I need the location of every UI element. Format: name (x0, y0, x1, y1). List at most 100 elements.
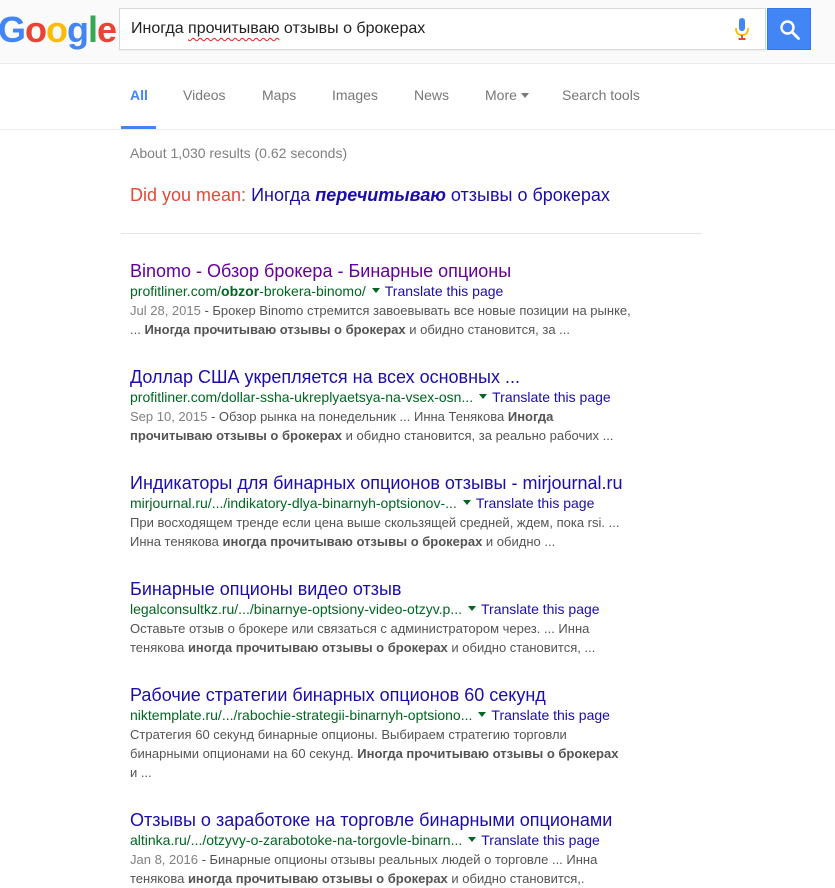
snippet-text: и обидно становится, за реально рабочих … (342, 428, 614, 443)
tab-videos[interactable]: Videos (183, 63, 226, 129)
translate-link[interactable]: Translate this page (491, 707, 610, 723)
result-snippet: При восходящем тренде если цена выше ско… (130, 513, 690, 551)
search-result: Доллар США укрепляется на всех основных … (130, 366, 690, 445)
result-title[interactable]: Доллар США укрепляется на всех основных … (130, 366, 690, 388)
result-url: altinka.ru/.../otzyvy-o-zarabotoke-na-to… (130, 832, 463, 848)
snippet-line: Инна тенякова иногда прочитываю отзывы о… (130, 532, 690, 551)
search-result: Отзывы о заработоке на торговле бинарным… (130, 809, 690, 888)
snippet-line: Jul 28, 2015 - Брокер Binomo стремится з… (130, 301, 690, 320)
snippet-text: бинарными опционами на 60 секунд. (130, 746, 358, 761)
tab-more[interactable]: More (485, 63, 529, 129)
search-tabs: All Videos Maps Images News More Search … (0, 63, 835, 130)
snippet-bold: иногда прочитываю отзывы о брокерах (187, 640, 448, 655)
result-snippet: Sep 10, 2015 - Обзор рынка на понедельни… (130, 407, 690, 445)
result-url-line: niktemplate.ru/.../rabochie-strategii-bi… (130, 706, 690, 725)
snippet-bold: Иногда прочитываю отзывы о брокерах (144, 322, 406, 337)
dropdown-arrow-icon[interactable] (479, 393, 488, 399)
logo-letter: g (67, 9, 89, 50)
active-tab-indicator (121, 126, 156, 129)
result-date: Jan 8, 2016 (130, 852, 198, 867)
snippet-line: тенякова иногда прочитываю отзывы о брок… (130, 638, 690, 657)
snippet-text: - Обзор рынка на понедельник ... Инна Те… (207, 409, 508, 424)
snippet-line: Стратегия 60 секунд бинарные опционы. Вы… (130, 727, 567, 742)
result-snippet: Оставьте отзыв о брокере или связаться с… (130, 619, 690, 657)
snippet-text: тенякова (130, 871, 188, 886)
result-url: profitliner.com/dollar-ssha-ukreplyaetsy… (130, 389, 474, 405)
result-url: niktemplate.ru/.../rabochie-strategii-bi… (130, 707, 473, 723)
snippet-bold: иногда прочитываю отзывы о брокерах (187, 871, 448, 886)
result-snippet: Стратегия 60 секунд бинарные опционы. Вы… (130, 725, 690, 782)
snippet-text: и обидно становится, за ... (405, 322, 570, 337)
snippet-text: Инна тенякова (130, 534, 223, 549)
logo-letter: l (88, 9, 98, 50)
snippet-text: тенякова (130, 640, 188, 655)
search-result: Бинарные опционы видео отзыв legalconsul… (130, 578, 690, 657)
tab-search-tools[interactable]: Search tools (562, 63, 640, 129)
divider (121, 233, 702, 234)
result-snippet: Jan 8, 2016 - Бинарные опционы отзывы ре… (130, 850, 690, 888)
dropdown-arrow-icon[interactable] (468, 836, 477, 842)
result-url-line: profitliner.com/obzor-brokera-binomo/Tra… (130, 282, 690, 301)
tab-images[interactable]: Images (332, 63, 378, 129)
url-bold: obzor (221, 283, 260, 299)
dropdown-arrow-icon[interactable] (478, 711, 487, 717)
query-text: Иногда (131, 20, 189, 37)
result-title[interactable]: Отзывы о заработоке на торговле бинарным… (130, 809, 690, 831)
tab-maps[interactable]: Maps (262, 63, 296, 129)
snippet-line: Jan 8, 2016 - Бинарные опционы отзывы ре… (130, 850, 690, 869)
snippet-text: и обидно становится, ... (447, 640, 596, 655)
logo-letter: o (25, 9, 47, 50)
dym-text: Иногда (251, 185, 316, 205)
translate-link[interactable]: Translate this page (476, 495, 595, 511)
result-title[interactable]: Рабочие стратегии бинарных опционов 60 с… (130, 684, 690, 706)
dropdown-arrow-icon[interactable] (462, 499, 471, 505)
snippet-text: - Брокер Binomo стремится завоевывать вс… (200, 303, 631, 318)
snippet-line: и ... (130, 765, 152, 780)
result-url-line: profitliner.com/dollar-ssha-ukreplyaetsy… (130, 388, 690, 407)
result-title[interactable]: Индикаторы для бинарных опционов отзывы … (130, 472, 690, 494)
tab-all[interactable]: All (130, 63, 148, 129)
snippet-text: и обидно ... (482, 534, 556, 549)
search-header: Google Иногда прочитываю отзывы о брокер… (0, 0, 835, 64)
result-stats: About 1,030 results (0.62 seconds) (130, 145, 348, 161)
dym-correction: перечитываю (315, 185, 446, 205)
did-you-mean-label: Did you mean: (130, 185, 247, 205)
tab-news[interactable]: News (414, 63, 449, 129)
result-url: mirjournal.ru/.../indikatory-dlya-binarn… (130, 495, 457, 511)
tab-more-label: More (485, 87, 517, 103)
search-box[interactable]: Иногда прочитываю отзывы о брокерах (119, 8, 766, 50)
translate-link[interactable]: Translate this page (481, 832, 600, 848)
snippet-line: ... Иногда прочитываю отзывы о брокерах … (130, 320, 690, 339)
result-date: Sep 10, 2015 (130, 409, 208, 424)
misspelled-word: прочитываю (188, 20, 280, 37)
snippet-line: Оставьте отзыв о брокере или связаться с… (130, 621, 590, 636)
search-input[interactable]: Иногда прочитываю отзывы о брокерах (131, 9, 425, 49)
dropdown-arrow-icon[interactable] (371, 287, 380, 293)
result-snippet: Jul 28, 2015 - Брокер Binomo стремится з… (130, 301, 690, 339)
google-logo[interactable]: Google (0, 9, 117, 50)
did-you-mean-link[interactable]: Иногда перечитываю отзывы о брокерах (251, 185, 610, 205)
snippet-line: прочитываю отзывы о брокерах и обидно ст… (130, 426, 690, 445)
snippet-text: и обидно становится,. (447, 871, 585, 886)
translate-link[interactable]: Translate this page (385, 283, 504, 299)
caret-down-icon (520, 92, 529, 98)
result-title[interactable]: Бинарные опционы видео отзыв (130, 578, 690, 600)
snippet-line: бинарными опционами на 60 секунд. Иногда… (130, 744, 690, 763)
mic-icon[interactable] (735, 18, 753, 44)
logo-letter: G (0, 9, 26, 50)
snippet-bold: Иногда прочитываю отзывы о брокерах (357, 746, 619, 761)
search-result: Binomo - Обзор брокера - Бинарные опцион… (130, 260, 690, 339)
translate-link[interactable]: Translate this page (492, 389, 611, 405)
result-title[interactable]: Binomo - Обзор брокера - Бинарные опцион… (130, 260, 690, 282)
result-url: legalconsultkz.ru/.../binarnye-optsiony-… (130, 601, 463, 617)
snippet-bold: иногда прочитываю отзывы о брокерах (222, 534, 483, 549)
search-result: Индикаторы для бинарных опционов отзывы … (130, 472, 690, 551)
logo-letter: o (46, 9, 68, 50)
did-you-mean: Did you mean: Иногда перечитываю отзывы … (130, 185, 610, 206)
search-result: Рабочие стратегии бинарных опционов 60 с… (130, 684, 690, 782)
result-url-line: legalconsultkz.ru/.../binarnye-optsiony-… (130, 600, 690, 619)
translate-link[interactable]: Translate this page (481, 601, 600, 617)
search-button[interactable] (767, 8, 811, 50)
dropdown-arrow-icon[interactable] (468, 605, 477, 611)
search-icon (780, 20, 800, 40)
